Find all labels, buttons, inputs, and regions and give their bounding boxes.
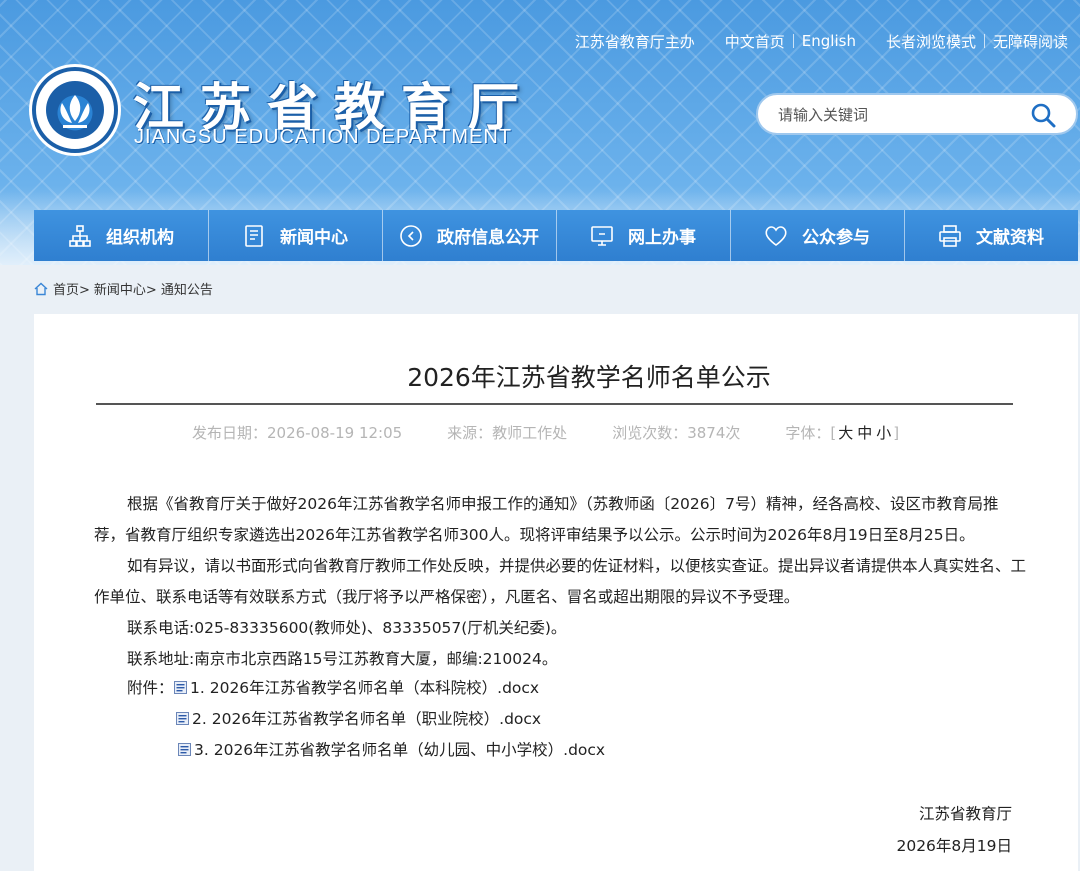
attachment-link[interactable]: 3. 2026年江苏省教学名师名单（幼儿园、中小学校）.docx (178, 738, 605, 760)
nav-item-online-service[interactable]: 网上办事 (556, 210, 730, 261)
chinese-home-link[interactable]: 中文首页 (725, 31, 785, 52)
english-link[interactable]: English (802, 32, 856, 50)
attachments-label: 附件： (127, 679, 174, 697)
contact-phone: 联系电话:025-83335600(教师处)、83335057(厅机关纪委)。 (127, 619, 567, 637)
search-box (756, 93, 1078, 135)
nav-item-organization[interactable]: 组织机构 (34, 210, 208, 261)
attachment-name: 2. 2026年江苏省教学名师名单（职业院校）.docx (192, 710, 542, 728)
home-icon (34, 282, 48, 295)
search-icon[interactable] (1030, 102, 1056, 128)
site-subtitle: JIANGSU EDUCATION DEPARTMENT (134, 126, 513, 148)
docx-file-icon (176, 711, 189, 725)
docx-file-icon (174, 680, 187, 694)
document-icon (245, 224, 263, 247)
nav-label: 网上办事 (628, 228, 696, 248)
breadcrumb: 首页> 新闻中心> 通知公告 (34, 279, 213, 298)
nav-item-documents[interactable]: 文献资料 (904, 210, 1078, 261)
article-meta: 发布日期：2026-08-19 12:05 来源：教师工作处 浏览次数：3874… (192, 422, 899, 443)
nav-label: 新闻中心 (280, 228, 348, 248)
heart-icon (765, 225, 787, 246)
breadcrumb-notice[interactable]: 通知公告 (161, 279, 213, 298)
divider (983, 34, 985, 48)
search-input[interactable] (778, 104, 1028, 126)
nav-label: 文献资料 (976, 228, 1044, 248)
nav-item-news[interactable]: 新闻中心 (208, 210, 382, 261)
article-panel: 2026年江苏省教学名师名单公示 发布日期：2026-08-19 12:05 来… (34, 314, 1078, 871)
signature: 江苏省教育厅 (918, 805, 1012, 823)
info-circle-icon (400, 224, 422, 247)
host-label: 江苏省教育厅主办 (574, 32, 695, 51)
divider (792, 34, 794, 48)
attachment-name: 1. 2026年江苏省教学名师名单（本科院校）.docx (190, 679, 540, 697)
monitor-icon (591, 225, 613, 246)
printer-icon (939, 224, 961, 247)
article-title: 2026年江苏省教学名师名单公示 (407, 363, 771, 392)
logo-emblem-icon[interactable] (32, 67, 118, 153)
accessibility-link[interactable]: 无障碍阅读 (993, 31, 1068, 52)
nav-item-gov-info[interactable]: 政府信息公开 (382, 210, 556, 261)
attachment-link[interactable]: 2. 2026年江苏省教学名师名单（职业院校）.docx (176, 707, 541, 729)
view-count: 浏览次数：3874次 (612, 424, 741, 442)
breadcrumb-home[interactable]: 首页> (53, 279, 90, 298)
publish-date: 发布日期：2026-08-19 12:05 (192, 424, 403, 442)
nav-label: 公众参与 (802, 228, 870, 248)
body-paragraph: 如有异议，请以书面形式向省教育厅教师工作处反映，并提供必要的佐证材料，以便核实查… (94, 557, 1027, 606)
font-small-button[interactable]: 小 (874, 424, 893, 442)
main-nav: 组织机构 新闻中心 政府信息公开 网上办事 公众参与 文献资料 (34, 210, 1078, 261)
nav-item-public-participation[interactable]: 公众参与 (730, 210, 904, 261)
article-source: 来源：教师工作处 (447, 424, 568, 442)
attachment-link[interactable]: 1. 2026年江苏省教学名师名单（本科院校）.docx (174, 676, 539, 698)
body-paragraph: 根据《省教育厅关于做好2026年江苏省教学名师申报工作的通知》（苏教师函〔202… (94, 495, 999, 544)
breadcrumb-news[interactable]: 新闻中心> (94, 279, 157, 298)
article-body: 根据《省教育厅关于做好2026年江苏省教学名师申报工作的通知》（苏教师函〔202… (94, 489, 1029, 675)
elder-mode-link[interactable]: 长者浏览模式 (886, 31, 976, 52)
org-chart-icon (69, 224, 91, 247)
font-medium-button[interactable]: 中 (855, 424, 874, 442)
top-links: 江苏省教育厅主办 中文首页 English 长者浏览模式 无障碍阅读 (575, 31, 1068, 51)
title-divider (96, 403, 1013, 405)
nav-label: 组织机构 (106, 228, 174, 248)
contact-address: 联系地址:南京市北京西路15号江苏教育大厦，邮编:210024。 (127, 650, 558, 668)
font-large-button[interactable]: 大 (836, 424, 855, 442)
docx-file-icon (178, 742, 191, 756)
attachment-name: 3. 2026年江苏省教学名师名单（幼儿园、中小学校）.docx (194, 741, 606, 759)
sign-date: 2026年8月19日 (896, 837, 1012, 855)
font-label: 字体：[ (785, 424, 837, 442)
font-bracket: ] (893, 424, 900, 442)
font-size-switcher: 字体：[大中小] (785, 422, 899, 443)
nav-label: 政府信息公开 (437, 228, 539, 248)
